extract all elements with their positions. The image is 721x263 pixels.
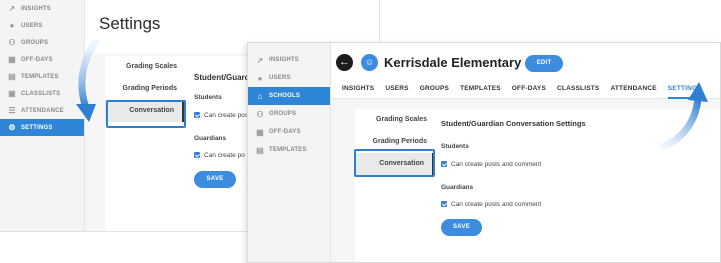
right-sidebar: ↗ INSIGHTS ● USERS ⌂ SCHOOLS ⚇ GROUPS ▦ OFF-D… — [248, 43, 331, 262]
guardians-label: Guardians — [441, 184, 474, 191]
template-icon: ▤ — [8, 72, 16, 81]
right-screenshot: ↗ INSIGHTS ● USERS ⌂ SCHOOLS ⚇ GROUPS ▦ OFF-D… — [247, 42, 721, 263]
settings-heading: Student/Guardian Conversation Settings — [441, 119, 586, 128]
pointer-arrow-icon — [76, 40, 100, 122]
tab-templates[interactable]: TEMPLATES — [460, 83, 501, 99]
school-name: Kerrisdale Elementary — [384, 55, 522, 70]
subnav-grading-periods[interactable]: Grading Periods — [105, 78, 185, 100]
sidebar-item-label: INSIGHTS — [269, 57, 299, 63]
user-icon: ● — [257, 73, 263, 83]
group-icon: ⚇ — [256, 109, 264, 119]
sidebar-item-label: USERS — [269, 75, 291, 81]
sidebar-item-label: GROUPS — [21, 39, 49, 46]
classlist-icon: ▣ — [8, 89, 16, 98]
template-icon: ▤ — [256, 145, 264, 155]
tutorial-composite: ↗ INSIGHTS ● USERS ⚇ GROUPS ▦ OFF-DAYS ▤ TEMP… — [0, 0, 721, 263]
page-title: Settings — [99, 14, 161, 33]
user-icon: ● — [9, 21, 15, 30]
subnav-grading-scales[interactable]: Grading Scales — [355, 109, 435, 131]
sidebar-item-label: GROUPS — [269, 111, 297, 117]
trend-icon: ↗ — [256, 55, 264, 65]
sidebar-item-users[interactable]: ● USERS — [0, 17, 84, 34]
sidebar-item-label: TEMPLATES — [269, 147, 307, 153]
students-option[interactable]: Can create posts and comment — [441, 161, 541, 168]
tab-groups[interactable]: GROUPS — [420, 83, 449, 99]
sidebar-item-insights[interactable]: ↗ INSIGHTS — [248, 51, 330, 69]
guardians-option[interactable]: Can create po — [194, 152, 245, 159]
tab-classlists[interactable]: CLASSLISTS — [557, 83, 599, 99]
save-button[interactable]: SAVE — [194, 171, 236, 188]
sidebar-item-label: OFF-DAYS — [269, 129, 301, 135]
sidebar-item-label: INSIGHTS — [21, 5, 51, 12]
students-option[interactable]: Can create posts — [194, 112, 253, 119]
tab-insights[interactable]: INSIGHTS — [342, 83, 374, 99]
sidebar-item-schools[interactable]: ⌂ SCHOOLS — [248, 87, 330, 105]
sidebar-item-label: CLASSLISTS — [21, 90, 61, 97]
gear-icon: ⚙ — [8, 123, 16, 132]
sidebar-item-templates[interactable]: ▤ TEMPLATES — [248, 141, 330, 159]
subnav-grading-scales[interactable]: Grading Scales — [105, 56, 185, 78]
calendar-icon: ▦ — [8, 55, 16, 64]
back-arrow-icon[interactable]: ← — [336, 54, 353, 71]
tab-off-days[interactable]: OFF-DAYS — [512, 83, 546, 99]
students-label: Students — [441, 143, 469, 150]
school-logo-icon: ☺ — [361, 54, 378, 71]
checkbox-icon[interactable] — [194, 112, 200, 119]
calendar-icon: ▦ — [256, 127, 264, 137]
attendance-icon: ☰ — [8, 106, 16, 115]
sidebar-item-label: USERS — [21, 22, 43, 29]
checkbox-icon[interactable] — [194, 152, 200, 159]
checkbox-icon[interactable] — [441, 161, 447, 168]
pointer-arrow-icon — [660, 82, 708, 150]
highlight-box — [354, 149, 435, 177]
edit-button[interactable]: EDIT — [525, 55, 563, 72]
group-icon: ⚇ — [8, 38, 16, 47]
checkbox-icon[interactable] — [441, 201, 447, 208]
guardians-label: Guardians — [194, 135, 227, 142]
sidebar-item-groups[interactable]: ⚇ GROUPS — [248, 105, 330, 123]
sidebar-item-insights[interactable]: ↗ INSIGHTS — [0, 0, 84, 17]
guardians-option[interactable]: Can create posts and comment — [441, 201, 541, 208]
save-button[interactable]: SAVE — [441, 219, 482, 236]
tab-users[interactable]: USERS — [385, 83, 408, 99]
sidebar-item-label: SETTINGS — [21, 124, 53, 131]
sidebar-item-label: ATTENDANCE — [21, 107, 64, 114]
students-label: Students — [194, 94, 222, 101]
sidebar-item-users[interactable]: ● USERS — [248, 69, 330, 87]
trend-icon: ↗ — [8, 4, 16, 13]
sidebar-item-label: SCHOOLS — [269, 93, 301, 99]
sidebar-item-label: OFF-DAYS — [21, 56, 53, 63]
school-icon: ⌂ — [257, 91, 263, 101]
sidebar-item-off-days[interactable]: ▦ OFF-DAYS — [248, 123, 330, 141]
sidebar-item-label: TEMPLATES — [21, 73, 59, 80]
highlight-box — [106, 100, 186, 128]
tab-attendance[interactable]: ATTENDANCE — [610, 83, 656, 99]
